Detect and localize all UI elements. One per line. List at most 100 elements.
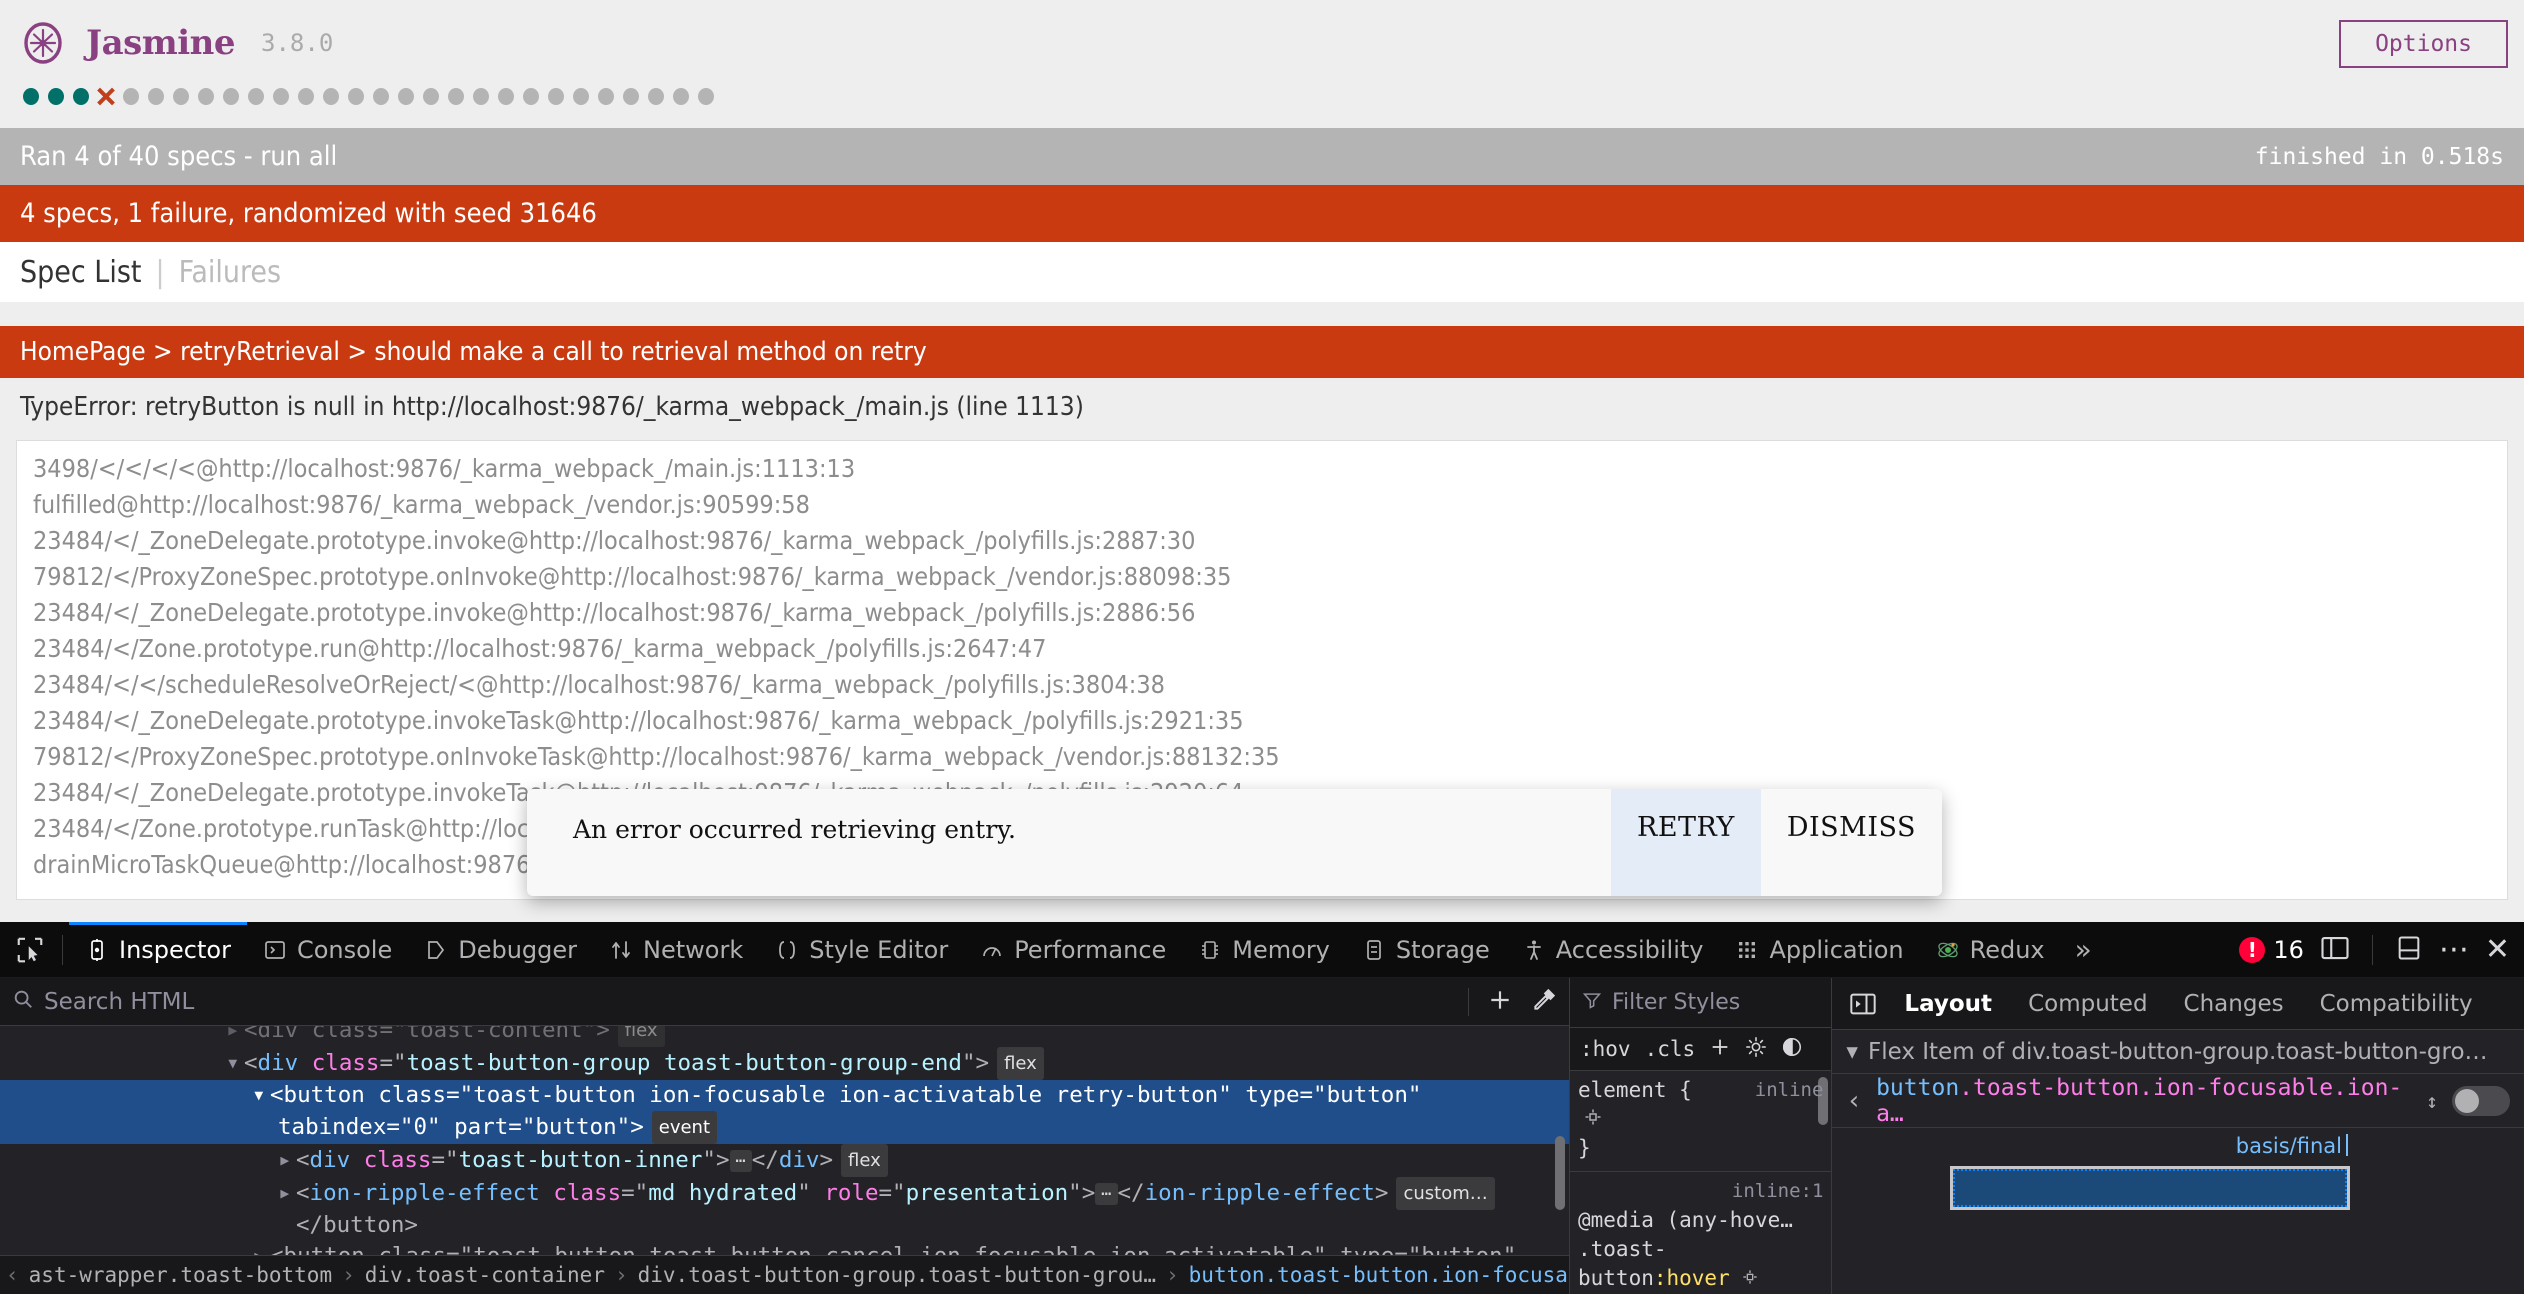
styles-filter-bar[interactable]: Filter Styles (1570, 978, 1832, 1029)
plus-icon[interactable] (1709, 1036, 1731, 1063)
options-button[interactable]: Options (2339, 20, 2508, 68)
run-summary-text[interactable]: Ran 4 of 40 specs - run all (20, 141, 337, 172)
html-tree-node[interactable]: ▸<button class="toast-button toast-butto… (0, 1241, 1569, 1255)
devtools-tab-inspector[interactable]: Inspector (69, 922, 247, 978)
tree-scrollbar[interactable] (1555, 1136, 1565, 1211)
toast-dismiss-button[interactable]: DISMISS (1761, 789, 1942, 896)
styles-rule-list[interactable]: inline element { } inline:1 @media (any-… (1570, 1071, 1832, 1294)
tree-twisty-icon[interactable]: ▾ (226, 1048, 244, 1079)
html-tree[interactable]: ▸ <div class="toast-content"> flex ▾ <div cl… (0, 1026, 1569, 1255)
html-tree-node[interactable]: ▾ <div class="toast-button-group toast-bu… (0, 1047, 1569, 1081)
failure-spec-title[interactable]: HomePage > retryRetrieval > should make … (0, 326, 2524, 378)
breadcrumb-item[interactable]: div.toast-button-group.toast-button-grou… (628, 1263, 1166, 1287)
html-tree-node[interactable]: ▸ <ion-ripple-effect class="md hydrated" … (0, 1177, 1569, 1211)
devtools-tab-network[interactable]: Network (593, 922, 759, 978)
breadcrumb-item[interactable]: ast-wrapper.toast-bottom (19, 1263, 342, 1287)
breadcrumb-item[interactable]: div.toast-container (355, 1263, 615, 1287)
spec-symbol-empty[interactable] (670, 84, 695, 108)
node-attr[interactable]: class (312, 1050, 380, 1076)
error-count-badge[interactable]: ! 16 (2239, 936, 2304, 964)
devtools-tab-console[interactable]: Console (247, 922, 408, 978)
spec-symbol-empty[interactable] (620, 84, 645, 108)
meatball-menu-icon[interactable]: ⋯ (2439, 934, 2469, 964)
split-console-icon[interactable] (2395, 934, 2423, 966)
spec-symbol-empty[interactable] (545, 84, 570, 108)
node-badge[interactable]: custom… (1396, 1177, 1495, 1211)
tab-failures[interactable]: Failures (179, 255, 282, 290)
node-attr-value[interactable]: presentation (906, 1180, 1069, 1206)
node-badge[interactable]: event (651, 1111, 718, 1145)
layout-tab-computed[interactable]: Computed (2010, 978, 2165, 1030)
node-badge[interactable]: flex (841, 1144, 888, 1178)
spec-symbol-empty[interactable] (245, 84, 270, 108)
spec-symbol-passed[interactable] (20, 84, 45, 108)
hov-toggle[interactable]: :hov (1580, 1037, 1631, 1061)
spec-symbol-empty[interactable] (145, 84, 170, 108)
spec-symbol-empty[interactable] (320, 84, 345, 108)
responsive-design-mode-icon[interactable] (2320, 934, 2350, 966)
toast-retry-button[interactable]: RETRY (1610, 789, 1761, 896)
spec-symbol-empty[interactable] (695, 84, 720, 108)
style-rule-element[interactable]: inline element { } (1570, 1071, 1832, 1172)
plus-icon[interactable] (1487, 987, 1513, 1017)
search-html-input[interactable]: Search HTML (12, 988, 1454, 1016)
node-badge[interactable]: flex (617, 1026, 665, 1048)
devtools-tab-application[interactable]: Application (1719, 922, 1919, 978)
spec-symbol-empty[interactable] (420, 84, 445, 108)
node-attr-value[interactable]: toast-button-inner (459, 1147, 703, 1173)
collapsed-children-icon[interactable]: ⋯ (729, 1149, 752, 1172)
tab-spec-list[interactable]: Spec List (20, 255, 141, 290)
spec-symbol-empty[interactable] (595, 84, 620, 108)
devtools-tab-accessibility[interactable]: Accessibility (1506, 922, 1720, 978)
tree-twisty-icon[interactable]: ▾ (252, 1080, 270, 1111)
tree-twisty-icon[interactable]: ▸ (278, 1145, 296, 1176)
spec-symbol-empty[interactable] (570, 84, 595, 108)
devtools-tab-debugger[interactable]: Debugger (408, 922, 593, 978)
flex-item-header[interactable]: ▾ Flex Item of div.toast-button-group.to… (1832, 1030, 2524, 1074)
spec-symbol-empty[interactable] (220, 84, 245, 108)
layout-tab-layout[interactable]: Layout (1886, 978, 2010, 1030)
flex-highlight-toggle[interactable] (2451, 1085, 2510, 1116)
devtools-tab-memory[interactable]: Memory (1182, 922, 1346, 978)
spec-symbol-empty[interactable] (345, 84, 370, 108)
back-arrow-icon[interactable]: ‹ (1846, 1086, 1862, 1116)
devtools-overflow-chevron[interactable]: » (2061, 922, 2106, 978)
devtools-tab-redux[interactable]: Redux (1920, 922, 2061, 978)
spec-symbol-empty[interactable] (195, 84, 220, 108)
layout-tab-changes[interactable]: Changes (2166, 978, 2302, 1030)
element-picker-icon[interactable] (4, 922, 56, 978)
html-tree-node[interactable]: ▾ <button class="toast-button ion-focusab… (0, 1080, 1569, 1112)
devtools-tab-storage[interactable]: Storage (1346, 922, 1506, 978)
style-rule-hover[interactable]: inline:1 @media (any-hove… .toast- butto… (1570, 1172, 1831, 1294)
node-attr[interactable]: class (364, 1147, 432, 1173)
tree-twisty-icon[interactable]: ▸ (278, 1178, 296, 1209)
spec-symbol-empty[interactable] (645, 84, 670, 108)
devtools-tab-performance[interactable]: Performance (964, 922, 1182, 978)
spec-symbol-failed[interactable] (95, 84, 120, 108)
tree-twisty-icon[interactable]: ▸ (252, 1241, 270, 1255)
html-tree-node[interactable]: ▸ <div class="toast-content"> flex (0, 1026, 1569, 1048)
breadcrumb-item[interactable]: button.toast-button.ion-focusable.ion-ac… (1179, 1263, 1569, 1287)
node-badge[interactable]: flex (997, 1047, 1044, 1081)
cls-toggle[interactable]: .cls (1645, 1037, 1696, 1061)
eyedropper-icon[interactable] (1531, 987, 1557, 1017)
spec-symbol-empty[interactable] (120, 84, 145, 108)
node-attr-value[interactable]: md hydrated (648, 1180, 797, 1206)
inspect-icon[interactable] (1578, 1105, 1823, 1134)
node-attr[interactable]: role (824, 1180, 878, 1206)
spec-symbol-passed[interactable] (45, 84, 70, 108)
breadcrumb-scroll-left[interactable]: ‹ (6, 1263, 19, 1287)
spec-symbol-empty[interactable] (445, 84, 470, 108)
node-attr-value[interactable]: toast-button-group toast-button-group-en… (407, 1050, 962, 1076)
spec-symbol-empty[interactable] (470, 84, 495, 108)
spec-symbol-empty[interactable] (270, 84, 295, 108)
collapsed-children-icon[interactable]: ⋯ (1095, 1182, 1118, 1205)
node-attr[interactable]: class (553, 1180, 621, 1206)
spec-symbol-empty[interactable] (395, 84, 420, 108)
layout-tab-compatibility[interactable]: Compatibility (2302, 978, 2491, 1030)
inspect-icon[interactable] (1742, 1266, 1758, 1290)
tree-twisty-icon[interactable]: ▸ (226, 1026, 244, 1046)
html-tree-node[interactable]: </button> (0, 1210, 1569, 1241)
close-devtools-icon[interactable]: ✕ (2485, 934, 2510, 964)
sun-icon[interactable] (1745, 1036, 1767, 1063)
